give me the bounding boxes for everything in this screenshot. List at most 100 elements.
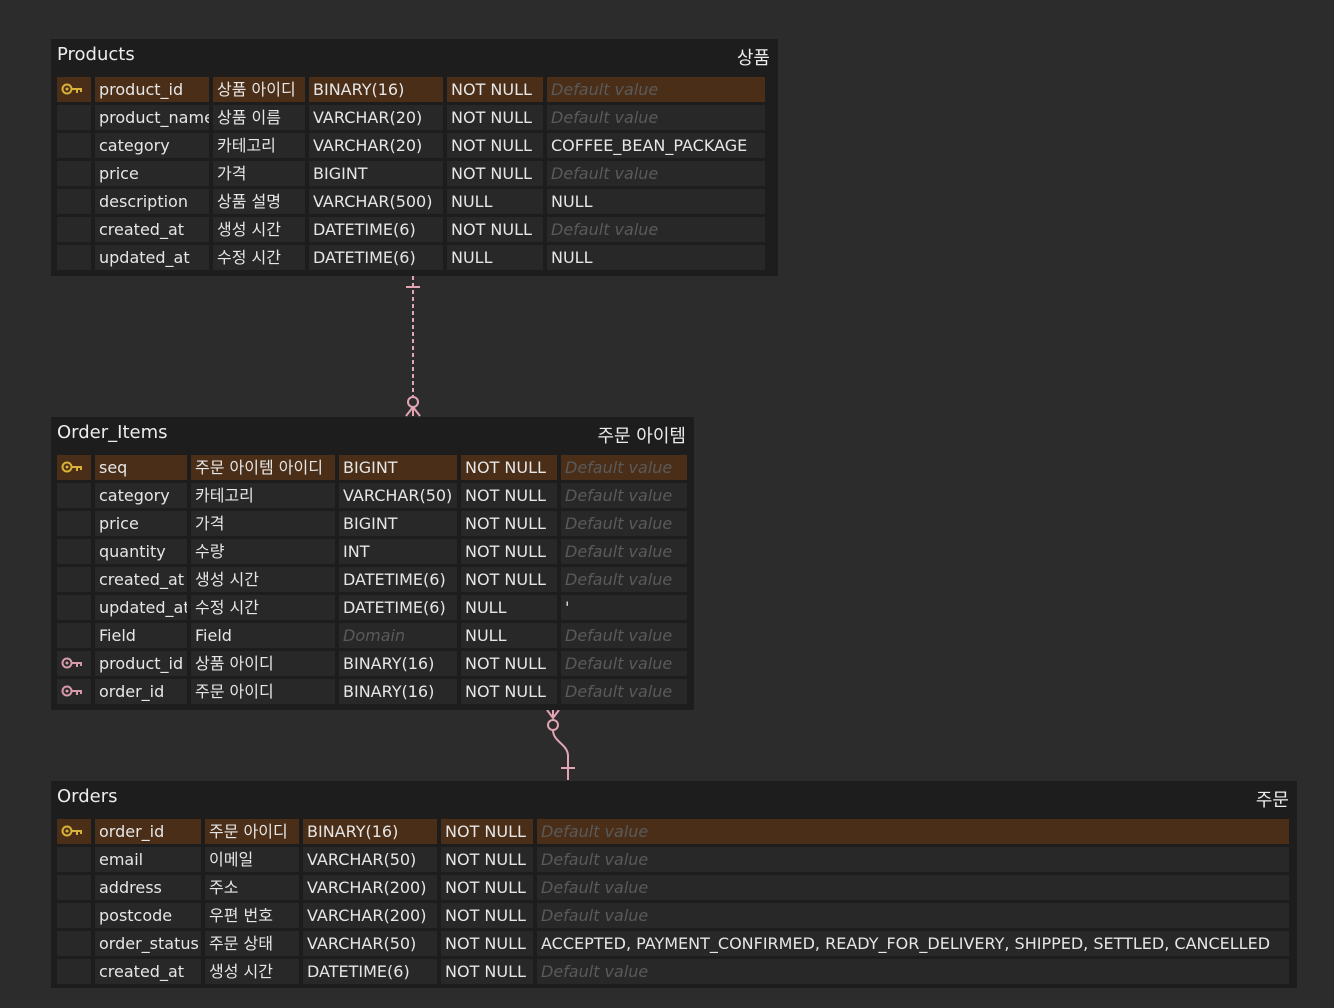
table-row[interactable]: quantity 수량 INT NOT NULL Default value — [57, 539, 688, 564]
column-nullable[interactable]: NOT NULL — [461, 679, 557, 704]
column-default[interactable]: Default value — [537, 847, 1289, 872]
column-comment[interactable]: 생성 시간 — [191, 567, 335, 592]
table-row[interactable]: postcode 우편 번호 VARCHAR(200) NOT NULL Default… — [57, 903, 1291, 928]
column-name[interactable]: updated_at — [95, 595, 187, 620]
column-type[interactable]: BIGINT — [339, 455, 457, 480]
column-comment[interactable]: 생성 시간 — [213, 217, 305, 242]
table-row[interactable]: product_id 상품 아이디 BINARY(16) NOT NULL Defaul… — [57, 651, 688, 676]
column-nullable[interactable]: NOT NULL — [441, 903, 533, 928]
column-default[interactable]: Default value — [537, 903, 1289, 928]
column-name[interactable]: quantity — [95, 539, 187, 564]
column-default[interactable]: Default value — [547, 161, 765, 186]
column-name[interactable]: updated_at — [95, 245, 209, 270]
column-name[interactable]: Field — [95, 623, 187, 648]
table-row[interactable]: created_at 생성 시간 DATETIME(6) NOT NULL Defaul… — [57, 217, 772, 242]
column-type[interactable]: BINARY(16) — [303, 819, 437, 844]
column-comment[interactable]: 주문 아이템 아이디 — [191, 455, 335, 480]
column-default[interactable]: Default value — [547, 77, 765, 102]
column-name[interactable]: description — [95, 189, 209, 214]
column-default[interactable]: Default value — [561, 623, 687, 648]
column-name[interactable]: order_id — [95, 819, 201, 844]
column-type[interactable]: BINARY(16) — [339, 651, 457, 676]
column-name[interactable]: created_at — [95, 959, 201, 984]
table-row[interactable]: created_at 생성 시간 DATETIME(6) NOT NULL Defaul… — [57, 567, 688, 592]
column-name[interactable]: category — [95, 133, 209, 158]
column-name[interactable]: product_name — [95, 105, 209, 130]
column-comment[interactable]: 주소 — [205, 875, 299, 900]
column-nullable[interactable]: NOT NULL — [441, 819, 533, 844]
column-nullable[interactable]: NULL — [447, 245, 543, 270]
column-nullable[interactable]: NOT NULL — [461, 511, 557, 536]
column-default[interactable]: Default value — [561, 651, 687, 676]
column-comment[interactable]: 가격 — [191, 511, 335, 536]
column-default[interactable]: Default value — [561, 679, 687, 704]
column-type[interactable]: BIGINT — [339, 511, 457, 536]
column-name[interactable]: created_at — [95, 567, 187, 592]
column-name[interactable]: email — [95, 847, 201, 872]
column-default[interactable]: Default value — [547, 217, 765, 242]
column-comment[interactable]: 상품 설명 — [213, 189, 305, 214]
column-type[interactable]: DATETIME(6) — [303, 959, 437, 984]
column-type[interactable]: BINARY(16) — [339, 679, 457, 704]
table-row[interactable]: category 카테고리 VARCHAR(20) NOT NULL COFFEE_BE… — [57, 133, 772, 158]
table-row[interactable]: address 주소 VARCHAR(200) NOT NULL Default val… — [57, 875, 1291, 900]
table-row[interactable]: category 카테고리 VARCHAR(50) NOT NULL Default v… — [57, 483, 688, 508]
column-comment[interactable]: 주문 아이디 — [191, 679, 335, 704]
table-row[interactable]: product_name 상품 이름 VARCHAR(20) NOT NULL Defa… — [57, 105, 772, 130]
column-name[interactable]: order_status — [95, 931, 201, 956]
column-nullable[interactable]: NOT NULL — [461, 567, 557, 592]
column-default[interactable]: Default value — [537, 959, 1289, 984]
column-nullable[interactable]: NOT NULL — [441, 847, 533, 872]
column-name[interactable]: category — [95, 483, 187, 508]
column-name[interactable]: product_id — [95, 77, 209, 102]
column-nullable[interactable]: NOT NULL — [461, 539, 557, 564]
column-nullable[interactable]: NOT NULL — [461, 483, 557, 508]
table-row[interactable]: created_at 생성 시간 DATETIME(6) NOT NULL Defaul… — [57, 959, 1291, 984]
table-row[interactable]: description 상품 설명 VARCHAR(500) NULL NULL — [57, 189, 772, 214]
column-type[interactable]: VARCHAR(50) — [303, 847, 437, 872]
column-type[interactable]: DATETIME(6) — [309, 245, 443, 270]
column-comment[interactable]: 이메일 — [205, 847, 299, 872]
table-row[interactable]: product_id 상품 아이디 BINARY(16) NOT NULL Defaul… — [57, 77, 772, 102]
column-nullable[interactable]: NOT NULL — [447, 161, 543, 186]
column-nullable[interactable]: NOT NULL — [447, 133, 543, 158]
column-nullable[interactable]: NOT NULL — [441, 931, 533, 956]
column-name[interactable]: seq — [95, 455, 187, 480]
column-name[interactable]: postcode — [95, 903, 201, 928]
table-row[interactable]: updated_at 수정 시간 DATETIME(6) NULL NULL — [57, 245, 772, 270]
column-default[interactable]: ' — [561, 595, 687, 620]
order-items-table[interactable]: Order_Items 주문 아이템 seq 주문 아이템 아이디 BIGINT NO… — [51, 417, 694, 710]
column-type[interactable]: DATETIME(6) — [339, 567, 457, 592]
column-default[interactable]: Default value — [537, 819, 1289, 844]
column-type[interactable]: VARCHAR(20) — [309, 105, 443, 130]
column-default[interactable]: Default value — [561, 539, 687, 564]
column-default[interactable]: NULL — [547, 189, 765, 214]
column-type[interactable]: VARCHAR(50) — [339, 483, 457, 508]
column-default[interactable]: Default value — [561, 483, 687, 508]
column-type[interactable]: VARCHAR(20) — [309, 133, 443, 158]
column-type[interactable]: VARCHAR(50) — [303, 931, 437, 956]
column-name[interactable]: order_id — [95, 679, 187, 704]
column-comment[interactable]: Field — [191, 623, 335, 648]
column-type[interactable]: DATETIME(6) — [339, 595, 457, 620]
column-default[interactable]: Default value — [561, 567, 687, 592]
column-comment[interactable]: 상품 아이디 — [191, 651, 335, 676]
table-row[interactable]: updated_at 수정 시간 DATETIME(6) NULL ' — [57, 595, 688, 620]
column-name[interactable]: price — [95, 511, 187, 536]
column-default[interactable]: Default value — [547, 105, 765, 130]
column-comment[interactable]: 상품 아이디 — [213, 77, 305, 102]
column-comment[interactable]: 주문 상태 — [205, 931, 299, 956]
relation-products-order-items[interactable] — [405, 276, 421, 417]
column-name[interactable]: product_id — [95, 651, 187, 676]
table-row[interactable]: Field Field Domain NULL Default value — [57, 623, 688, 648]
column-comment[interactable]: 주문 아이디 — [205, 819, 299, 844]
column-type[interactable]: VARCHAR(200) — [303, 903, 437, 928]
column-name[interactable]: price — [95, 161, 209, 186]
column-comment[interactable]: 가격 — [213, 161, 305, 186]
column-type[interactable]: BINARY(16) — [309, 77, 443, 102]
table-header[interactable]: Order_Items 주문 아이템 — [51, 417, 694, 451]
column-comment[interactable]: 수정 시간 — [213, 245, 305, 270]
column-default[interactable]: COFFEE_BEAN_PACKAGE — [547, 133, 765, 158]
table-row[interactable]: order_id 주문 아이디 BINARY(16) NOT NULL Default … — [57, 819, 1291, 844]
products-table[interactable]: Products 상품 product_id 상품 아이디 BINARY(16) NO… — [51, 39, 778, 276]
